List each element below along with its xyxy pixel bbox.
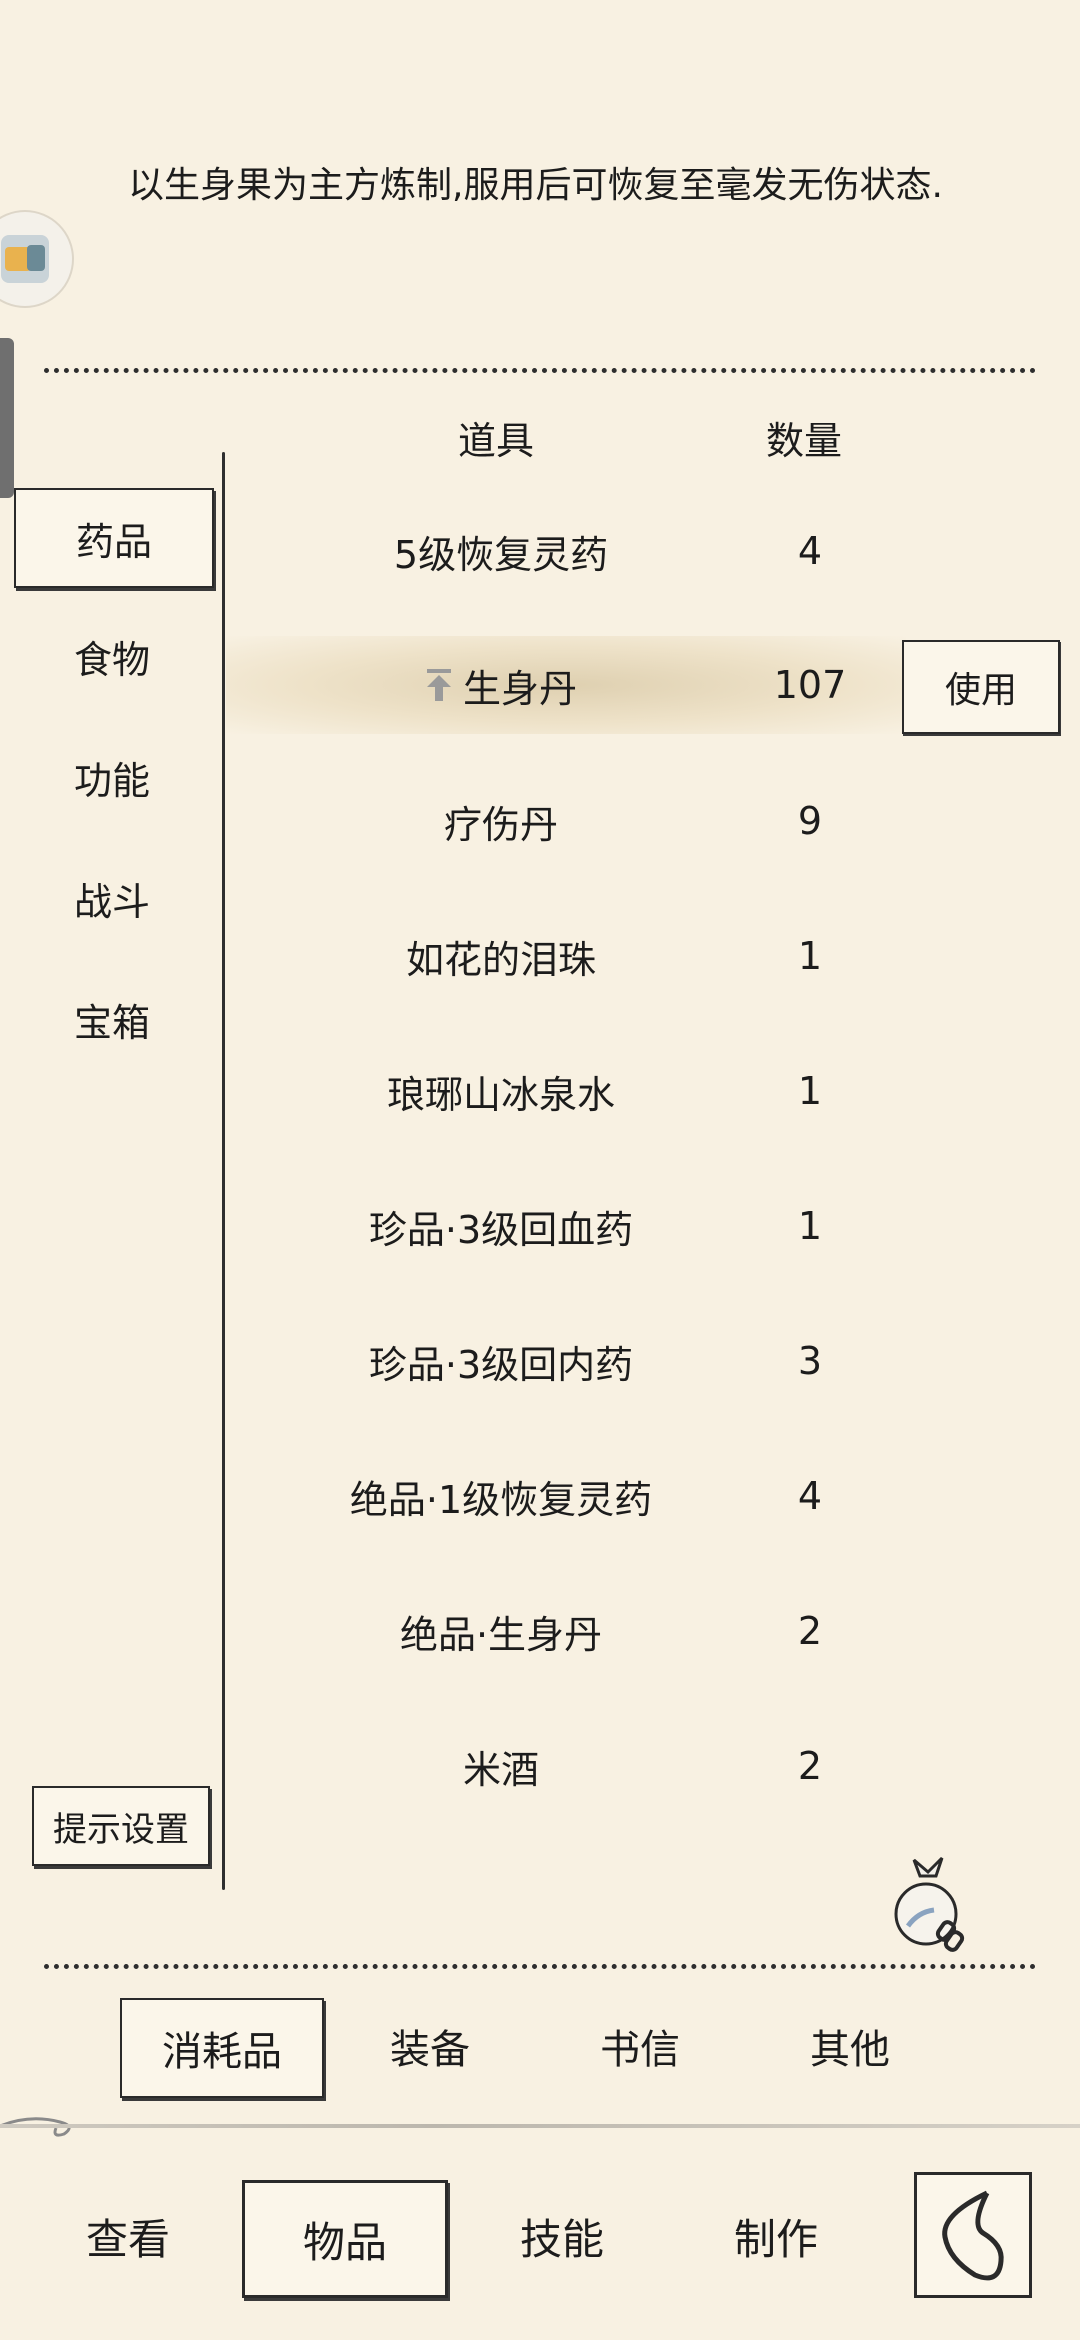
dotted-divider-top [44,368,1036,373]
inventory-bag-icon[interactable] [884,1852,972,1952]
item-qty: 1 [797,1204,823,1248]
nav-items[interactable]: 物品 [242,2180,448,2298]
back-button[interactable] [914,2172,1032,2298]
item-qty: 9 [797,799,823,843]
category-medicine[interactable]: 药品 [14,488,214,588]
dotted-divider-bottom [44,1964,1036,1969]
pin-to-top-icon [425,669,453,701]
item-row[interactable]: 疗伤丹 9 [226,772,906,870]
item-name: 琅琊山冰泉水 [386,1072,615,1117]
item-qty: 2 [797,1744,823,1788]
item-name: 5级恢复灵药 [393,532,609,577]
category-function[interactable]: 功能 [14,729,210,825]
app-logo-icon [1,235,49,283]
nav-craft[interactable]: 制作 [676,2180,876,2292]
tab-equipment[interactable]: 装备 [330,1998,530,2094]
item-name: 生身丹 [462,666,577,711]
hint-settings-button[interactable]: 提示设置 [32,1786,210,1866]
item-name: 珍品·3级回血药 [368,1207,634,1252]
nav-skills[interactable]: 技能 [462,2180,662,2292]
item-name: 珍品·3级回内药 [368,1342,634,1387]
item-description: 以生身果为主方炼制,服用后可恢复至毫发无伤状态. [128,165,943,206]
category-battle[interactable]: 战斗 [14,850,210,946]
item-row[interactable]: 如花的泪珠 1 [226,907,906,1005]
tab-other[interactable]: 其他 [750,1998,950,2094]
category-treasure-box[interactable]: 宝箱 [14,971,210,1067]
ink-divider [0,2124,1080,2128]
item-name: 如花的泪珠 [405,937,596,982]
item-row[interactable]: 5级恢复灵药 4 [226,502,906,600]
sidebar-divider [222,452,225,1890]
item-row-selected[interactable]: 生身丹 107 [226,636,906,734]
floating-app-bubble[interactable] [0,212,72,306]
tab-letters[interactable]: 书信 [540,1998,740,2094]
item-name: 绝品·生身丹 [399,1612,603,1657]
item-name: 绝品·1级恢复灵药 [349,1477,653,1522]
item-row[interactable]: 珍品·3级回血药 1 [226,1177,906,1275]
back-swirl-icon [942,2190,1004,2281]
category-food[interactable]: 食物 [14,608,210,704]
edge-drawer-handle[interactable] [0,338,14,498]
item-name: 疗伤丹 [443,802,558,847]
tab-consumables[interactable]: 消耗品 [120,1998,324,2098]
item-qty: 2 [797,1609,823,1653]
nav-view[interactable]: 查看 [28,2180,228,2292]
item-row[interactable]: 琅琊山冰泉水 1 [226,1042,906,1140]
item-qty: 3 [797,1339,823,1383]
item-row[interactable]: 珍品·3级回内药 3 [226,1312,906,1410]
use-button[interactable]: 使用 [902,640,1060,734]
item-qty: 1 [797,934,823,978]
item-qty: 4 [797,1474,823,1518]
column-header-qty: 数量 [766,419,843,463]
item-row[interactable]: 米酒 2 [226,1717,906,1815]
item-type-tabs: 消耗品 装备 书信 其他 [0,1998,1080,2098]
item-row[interactable]: 绝品·生身丹 2 [226,1582,906,1680]
item-qty: 4 [797,529,823,573]
item-row[interactable]: 绝品·1级恢复灵药 4 [226,1447,906,1545]
item-qty: 1 [797,1069,823,1113]
column-header-item: 道具 [458,419,535,463]
item-name: 米酒 [462,1747,539,1792]
item-qty: 107 [773,663,847,707]
